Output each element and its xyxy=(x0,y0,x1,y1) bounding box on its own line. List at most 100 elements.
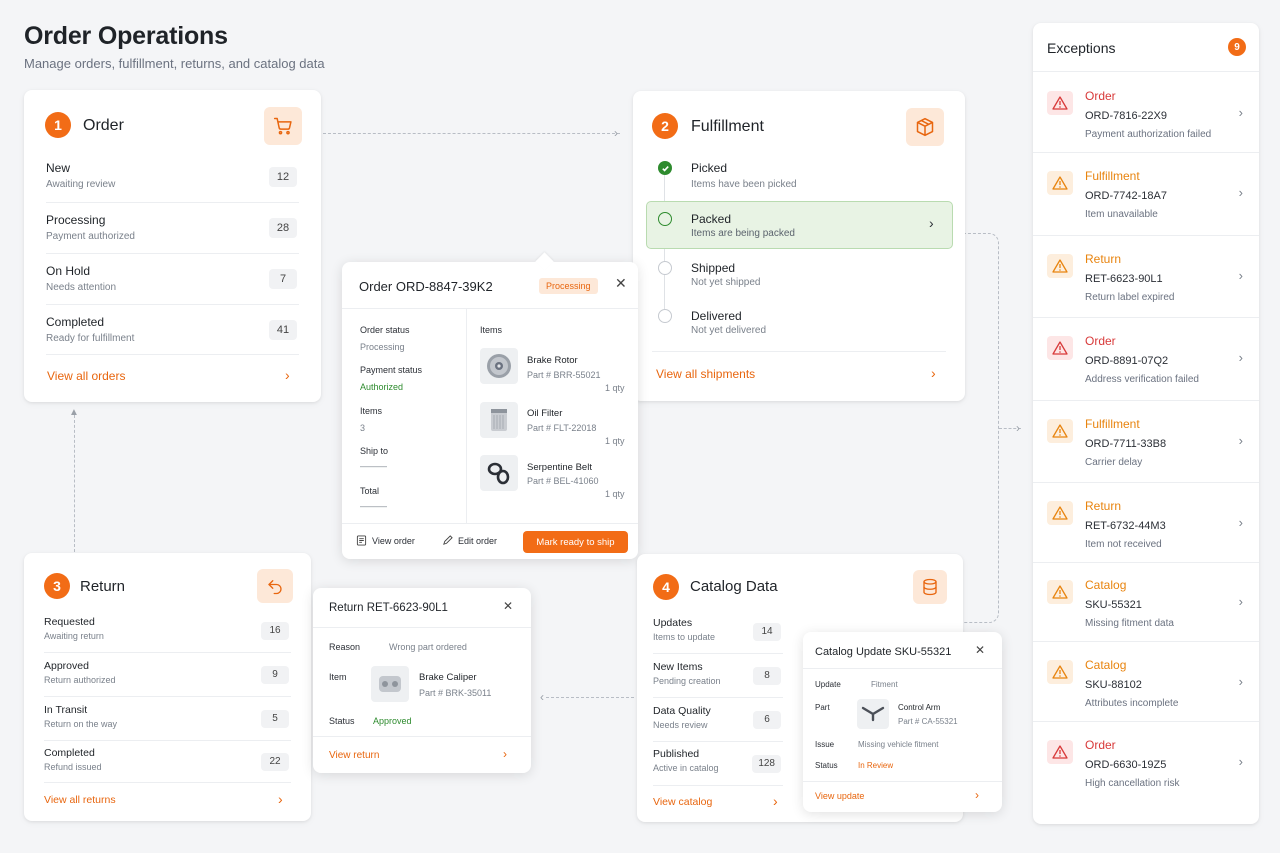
exception-category: Return xyxy=(1085,499,1122,513)
chevron-right-icon[interactable]: › xyxy=(1239,105,1243,120)
step-subtitle: Items are being packed xyxy=(691,228,795,239)
item-part-number: Part # FLT-22018 xyxy=(527,423,597,433)
row-subtitle: Awaiting return xyxy=(44,631,104,641)
warning-triangle-icon xyxy=(1047,660,1073,684)
return-row-approved[interactable]: Approved Return authorized 9 xyxy=(44,653,291,697)
catalog-row-updates[interactable]: Updates Items to update 14 xyxy=(653,610,783,654)
exception-description: High cancellation risk xyxy=(1085,778,1180,789)
chevron-right-icon[interactable]: › xyxy=(1239,350,1243,365)
chevron-right-icon[interactable]: › xyxy=(278,791,283,807)
step-subtitle: Items have been picked xyxy=(691,179,797,190)
chevron-right-icon[interactable]: › xyxy=(773,793,778,809)
count-badge: 7 xyxy=(269,269,297,289)
exception-category: Order xyxy=(1085,334,1116,348)
order-row-new[interactable]: New Awaiting review 12 xyxy=(46,152,299,203)
exceptions-title: Exceptions xyxy=(1047,40,1116,56)
order-row-on-hold[interactable]: On Hold Needs attention 7 xyxy=(46,254,299,305)
chevron-right-icon[interactable]: › xyxy=(1239,433,1243,448)
row-subtitle: Awaiting review xyxy=(46,179,116,190)
chevron-right-icon[interactable]: › xyxy=(1239,594,1243,609)
status-label: Status xyxy=(815,761,838,770)
status-value: In Review xyxy=(858,761,894,770)
reason-value: Wrong part ordered xyxy=(389,642,467,652)
exception-item[interactable]: Fulfillment ORD-7711-33B8 Carrier delay › xyxy=(1033,403,1259,483)
view-all-orders-link[interactable]: View all orders xyxy=(47,369,125,383)
check-done-icon xyxy=(658,161,672,175)
mark-ready-to-ship-button[interactable]: Mark ready to ship xyxy=(523,531,628,553)
edit-order-button[interactable]: Edit order xyxy=(442,535,497,546)
exception-item[interactable]: Return RET-6732-44M3 Item not received › xyxy=(1033,485,1259,563)
chevron-right-icon[interactable]: › xyxy=(931,365,936,381)
return-detail-popup: Return RET-6623-90L1 ✕ Reason Wrong part… xyxy=(313,588,531,773)
item-qty: 1 qty xyxy=(605,489,625,499)
exception-item[interactable]: Order ORD-7816-22X9 Payment authorization … xyxy=(1033,75,1259,153)
fulfillment-card: 2 Fulfillment Picked Items have been pic… xyxy=(633,91,965,401)
arrow-left-icon: ‹ xyxy=(540,690,544,704)
field-label: Total xyxy=(360,486,380,496)
step-number-badge: 2 xyxy=(652,113,678,139)
warning-triangle-icon xyxy=(1047,336,1073,360)
count-badge: 12 xyxy=(269,167,297,187)
warning-triangle-icon xyxy=(1047,171,1073,195)
warning-triangle-icon xyxy=(1047,501,1073,525)
exception-item[interactable]: Order ORD-8891-07Q2 Address verification f… xyxy=(1033,320,1259,401)
step-number-badge: 3 xyxy=(44,573,70,599)
close-icon[interactable]: ✕ xyxy=(975,643,985,657)
close-icon[interactable]: ✕ xyxy=(503,599,513,613)
item-name: Brake Caliper xyxy=(419,672,477,683)
order-row-processing[interactable]: Processing Payment authorized 28 xyxy=(46,203,299,254)
order-row-completed[interactable]: Completed Ready for fulfillment 41 xyxy=(46,305,299,355)
edit-order-label: Edit order xyxy=(458,535,498,546)
exception-category: Order xyxy=(1085,738,1116,752)
catalog-row-data-quality[interactable]: Data Quality Needs review 6 xyxy=(653,698,783,742)
return-row-in-transit[interactable]: In Transit Return on the way 5 xyxy=(44,697,291,741)
pencil-icon xyxy=(443,535,453,545)
view-all-returns-link[interactable]: View all returns xyxy=(44,794,116,806)
chevron-right-icon[interactable]: › xyxy=(1239,515,1243,530)
chevron-right-icon[interactable]: › xyxy=(929,215,934,231)
exception-item[interactable]: Catalog SKU-88102 Attributes incomplete › xyxy=(1033,644,1259,722)
step-number-badge: 1 xyxy=(45,112,71,138)
chevron-right-icon[interactable]: › xyxy=(1239,754,1243,769)
divider xyxy=(803,781,1002,782)
exception-description: Missing fitment data xyxy=(1085,618,1174,629)
chevron-right-icon[interactable]: › xyxy=(1239,268,1243,283)
chevron-right-icon[interactable]: › xyxy=(285,367,290,383)
exceptions-count-badge: 9 xyxy=(1228,38,1246,56)
page-subtitle: Manage orders, fulfillment, returns, and… xyxy=(24,56,325,71)
document-icon xyxy=(356,535,367,546)
catalog-row-published[interactable]: Published Active in catalog 128 xyxy=(653,742,783,786)
view-update-link[interactable]: View update xyxy=(815,791,864,801)
part-label: Part xyxy=(815,703,830,712)
chevron-right-icon[interactable]: › xyxy=(975,788,979,802)
box-icon xyxy=(906,108,944,146)
exception-category: Return xyxy=(1085,252,1122,266)
exception-description: Attributes incomplete xyxy=(1085,698,1179,709)
catalog-row-new-items[interactable]: New Items Pending creation 8 xyxy=(653,654,783,698)
view-return-link[interactable]: View return xyxy=(329,750,379,761)
return-row-requested[interactable]: Requested Awaiting return 16 xyxy=(44,609,291,653)
close-icon[interactable]: ✕ xyxy=(615,275,627,292)
issue-label: Issue xyxy=(815,740,835,749)
chevron-right-icon[interactable]: › xyxy=(503,747,507,761)
item-name: Brake Rotor xyxy=(527,355,578,366)
view-all-shipments-link[interactable]: View all shipments xyxy=(656,367,755,381)
exception-category: Fulfillment xyxy=(1085,417,1140,431)
exception-id: SKU-55321 xyxy=(1085,599,1142,611)
exception-id: ORD-8891-07Q2 xyxy=(1085,355,1169,367)
exception-item[interactable]: Catalog SKU-55321 Missing fitment data › xyxy=(1033,564,1259,642)
chevron-right-icon[interactable]: › xyxy=(1239,674,1243,689)
exception-item[interactable]: Order ORD-6630-19Z5 High cancellation risk… xyxy=(1033,724,1259,802)
count-badge: 22 xyxy=(261,752,289,771)
view-order-button[interactable]: View order xyxy=(356,535,415,546)
view-catalog-link[interactable]: View catalog xyxy=(653,796,712,808)
exception-item[interactable]: Fulfillment ORD-7742-18A7 Item unavailable… xyxy=(1033,155,1259,236)
exception-category: Catalog xyxy=(1085,658,1127,672)
exception-item[interactable]: Return RET-6623-90L1 Return label expired › xyxy=(1033,238,1259,318)
step-number-badge: 4 xyxy=(653,574,679,600)
exception-id: ORD-7711-33B8 xyxy=(1085,438,1167,450)
count-badge: 16 xyxy=(261,621,289,640)
return-row-completed[interactable]: Completed Refund issued 22 xyxy=(44,741,291,783)
chevron-right-icon[interactable]: › xyxy=(1239,185,1243,200)
divider xyxy=(803,668,1002,669)
